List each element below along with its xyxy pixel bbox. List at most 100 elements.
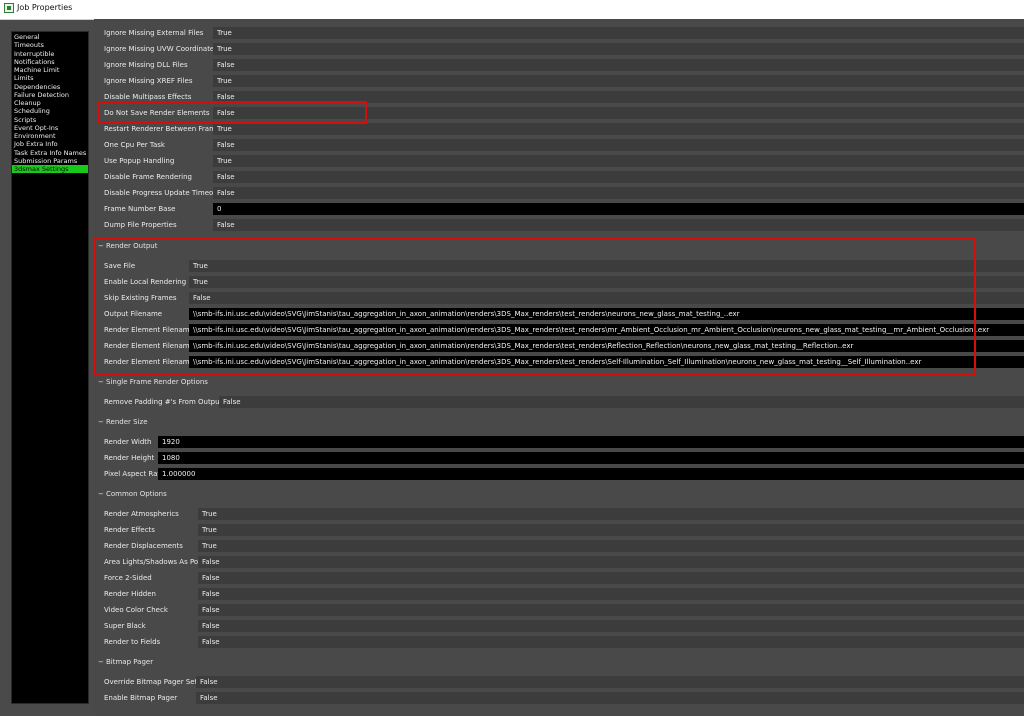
property-value-field[interactable]: False <box>196 692 1024 704</box>
property-value-field[interactable]: False <box>219 396 1024 408</box>
sidebar-item-failure-detection[interactable]: Failure Detection <box>12 91 88 99</box>
property-value-field[interactable]: False <box>198 620 1024 632</box>
property-value-field[interactable]: True <box>213 123 1024 135</box>
section-header-render-size[interactable]: − Render Size <box>98 415 148 429</box>
property-label: Frame Number Base <box>104 205 176 213</box>
property-value-field[interactable]: True <box>213 155 1024 167</box>
section-title: Bitmap Pager <box>106 658 154 666</box>
property-value-field[interactable]: False <box>213 187 1024 199</box>
property-value-field[interactable]: True <box>198 540 1024 552</box>
section-header-single-frame[interactable]: − Single Frame Render Options <box>98 375 208 389</box>
property-value-field[interactable]: False <box>213 171 1024 183</box>
collapse-icon[interactable]: − <box>98 487 106 501</box>
sidebar-item-timeouts[interactable]: Timeouts <box>12 41 88 49</box>
sidebar-item-notifications[interactable]: Notifications <box>12 58 88 66</box>
sidebar-item-event-opt-ins[interactable]: Event Opt-Ins <box>12 124 88 132</box>
property-value-field[interactable]: True <box>198 508 1024 520</box>
sidebar-item-dependencies[interactable]: Dependencies <box>12 83 88 91</box>
property-row: Ignore Missing External Files True <box>94 25 1024 41</box>
property-label: Use Popup Handling <box>104 157 175 165</box>
property-value-field[interactable]: \\smb-ifs.ini.usc.edu\video\SVG\JimStani… <box>189 308 1024 320</box>
property-value-field[interactable]: False <box>196 676 1024 688</box>
property-value-field[interactable]: 0 <box>213 203 1024 215</box>
sidebar-item-cleanup[interactable]: Cleanup <box>12 99 88 107</box>
collapse-icon[interactable]: − <box>98 375 106 389</box>
property-label: Disable Progress Update Timeout <box>104 189 221 197</box>
property-value-field[interactable]: 1080 <box>158 452 1024 464</box>
property-label: Remove Padding #'s From Output File <box>104 398 237 406</box>
property-value-field[interactable]: True <box>213 43 1024 55</box>
collapse-icon[interactable]: − <box>98 655 106 669</box>
property-value-field[interactable]: False <box>198 572 1024 584</box>
property-value-field[interactable]: \\smb-ifs.ini.usc.edu\video\SVG\JimStani… <box>189 356 1024 368</box>
property-value-field[interactable]: False <box>198 604 1024 616</box>
property-label: Render Element Filename 1 <box>104 342 201 350</box>
sidebar-item-3dsmax-settings[interactable]: 3dsmax Settings <box>12 165 88 174</box>
section-title: Single Frame Render Options <box>106 378 208 386</box>
property-label: Ignore Missing UVW Coordinates <box>104 45 218 53</box>
property-row: Render Element Filename 1 \\smb-ifs.ini.u… <box>94 338 1024 354</box>
property-value-field[interactable]: \\smb-ifs.ini.usc.edu\video\SVG\JimStani… <box>189 324 1024 336</box>
property-value-field[interactable]: False <box>213 59 1024 71</box>
property-row: Area Lights/Shadows As Points False <box>94 554 1024 570</box>
collapse-icon[interactable]: − <box>98 239 106 253</box>
property-row: Dump File Properties False <box>94 217 1024 233</box>
property-value-field[interactable]: True <box>198 524 1024 536</box>
property-label: Dump File Properties <box>104 221 177 229</box>
property-row: Force 2-Sided False <box>94 570 1024 586</box>
property-value-field[interactable]: False <box>213 139 1024 151</box>
property-label: Video Color Check <box>104 606 168 614</box>
sidebar-item-general[interactable]: General <box>12 33 88 41</box>
property-value-field[interactable]: False <box>189 292 1024 304</box>
section-header-bitmap-pager[interactable]: − Bitmap Pager <box>98 655 153 669</box>
property-value-field[interactable]: False <box>198 556 1024 568</box>
property-label: Super Black <box>104 622 146 630</box>
property-row: Render to Fields False <box>94 634 1024 650</box>
property-label: Do Not Save Render Elements <box>104 109 210 117</box>
property-value-field[interactable]: True <box>213 27 1024 39</box>
property-row: Disable Frame Rendering False <box>94 169 1024 185</box>
property-row: Render Width 1920 <box>94 434 1024 450</box>
sidebar-item-task-extra-info-names[interactable]: Task Extra Info Names <box>12 149 88 157</box>
property-value-field[interactable]: False <box>213 219 1024 231</box>
sidebar-item-machine-limit[interactable]: Machine Limit <box>12 66 88 74</box>
sidebar-item-job-extra-info[interactable]: Job Extra Info <box>12 140 88 148</box>
property-row: Render Atmospherics True <box>94 506 1024 522</box>
sidebar-item-interruptible[interactable]: Interruptible <box>12 50 88 58</box>
section-header-render-output[interactable]: − Render Output <box>98 239 157 253</box>
property-label: Disable Frame Rendering <box>104 173 192 181</box>
collapse-icon[interactable]: − <box>98 415 106 429</box>
property-value-field[interactable]: True <box>189 260 1024 272</box>
property-value-field[interactable]: False <box>213 91 1024 103</box>
sidebar-item-environment[interactable]: Environment <box>12 132 88 140</box>
property-row: Output Filename \\smb-ifs.ini.usc.edu\vid… <box>94 306 1024 322</box>
property-label: Render Effects <box>104 526 155 534</box>
sidebar-item-scheduling[interactable]: Scheduling <box>12 107 88 115</box>
property-value-field[interactable]: True <box>213 75 1024 87</box>
property-row: Disable Progress Update Timeout False <box>94 185 1024 201</box>
property-row: Super Black False <box>94 618 1024 634</box>
property-value-field[interactable]: 1.000000 <box>158 468 1024 480</box>
property-row: Do Not Save Render Elements False <box>94 105 1024 121</box>
property-row: Render Hidden False <box>94 586 1024 602</box>
property-row: Render Element Filename 0 \\smb-ifs.ini.u… <box>94 322 1024 338</box>
section-header-common-options[interactable]: − Common Options <box>98 487 167 501</box>
property-value-field[interactable]: False <box>198 588 1024 600</box>
property-row: Render Effects True <box>94 522 1024 538</box>
property-label: Ignore Missing DLL Files <box>104 61 188 69</box>
property-row: Override Bitmap Pager Setting False <box>94 674 1024 690</box>
property-label: Enable Bitmap Pager <box>104 694 178 702</box>
properties-panel: Ignore Missing External Files True Ignore … <box>94 19 1024 716</box>
property-value-field[interactable]: False <box>213 107 1024 119</box>
sidebar-item-limits[interactable]: Limits <box>12 74 88 82</box>
property-value-field[interactable]: 1920 <box>158 436 1024 448</box>
property-value-field[interactable]: False <box>198 636 1024 648</box>
property-value-field[interactable]: True <box>189 276 1024 288</box>
property-value-field[interactable]: \\smb-ifs.ini.usc.edu\video\SVG\JimStani… <box>189 340 1024 352</box>
property-label: Render Atmospherics <box>104 510 179 518</box>
property-label: Render to Fields <box>104 638 161 646</box>
sidebar-item-submission-params[interactable]: Submission Params <box>12 157 88 165</box>
window-title: Job Properties <box>17 3 73 12</box>
property-label: Enable Local Rendering <box>104 278 187 286</box>
sidebar-item-scripts[interactable]: Scripts <box>12 116 88 124</box>
